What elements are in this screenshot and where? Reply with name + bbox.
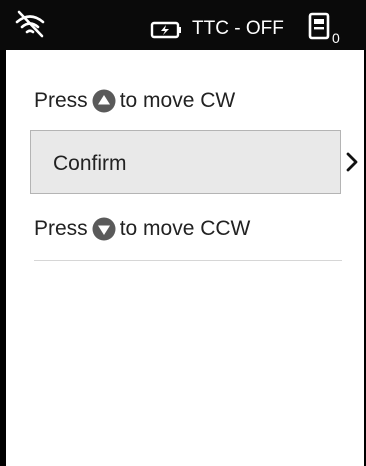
ttc-status-label: TTC - OFF xyxy=(192,18,284,39)
chevron-right-icon[interactable] xyxy=(346,152,358,172)
device-icon xyxy=(308,12,330,40)
wifi-off-icon xyxy=(15,10,45,38)
cw-action-label: to move CW xyxy=(119,89,236,112)
divider xyxy=(34,260,342,261)
status-bar: TTC - OFF 0 xyxy=(0,0,366,50)
arrow-down-icon xyxy=(92,217,116,241)
battery-charging-icon xyxy=(150,21,181,39)
confirm-button[interactable]: Confirm xyxy=(30,130,341,194)
arrow-up-icon xyxy=(92,89,116,113)
cw-instruction: Press to move CW xyxy=(34,88,235,114)
cw-press-label: Press xyxy=(34,89,88,112)
device-frame: TTC - OFF 0 Press to move CW Confirm Pre… xyxy=(0,0,366,466)
ccw-action-label: to move CCW xyxy=(119,217,251,240)
ccw-instruction: Press to move CCW xyxy=(34,216,250,242)
ccw-press-label: Press xyxy=(34,217,88,240)
confirm-label: Confirm xyxy=(53,152,127,175)
main-screen: Press to move CW Confirm Press to move C… xyxy=(6,50,364,466)
device-count-label: 0 xyxy=(332,30,340,46)
